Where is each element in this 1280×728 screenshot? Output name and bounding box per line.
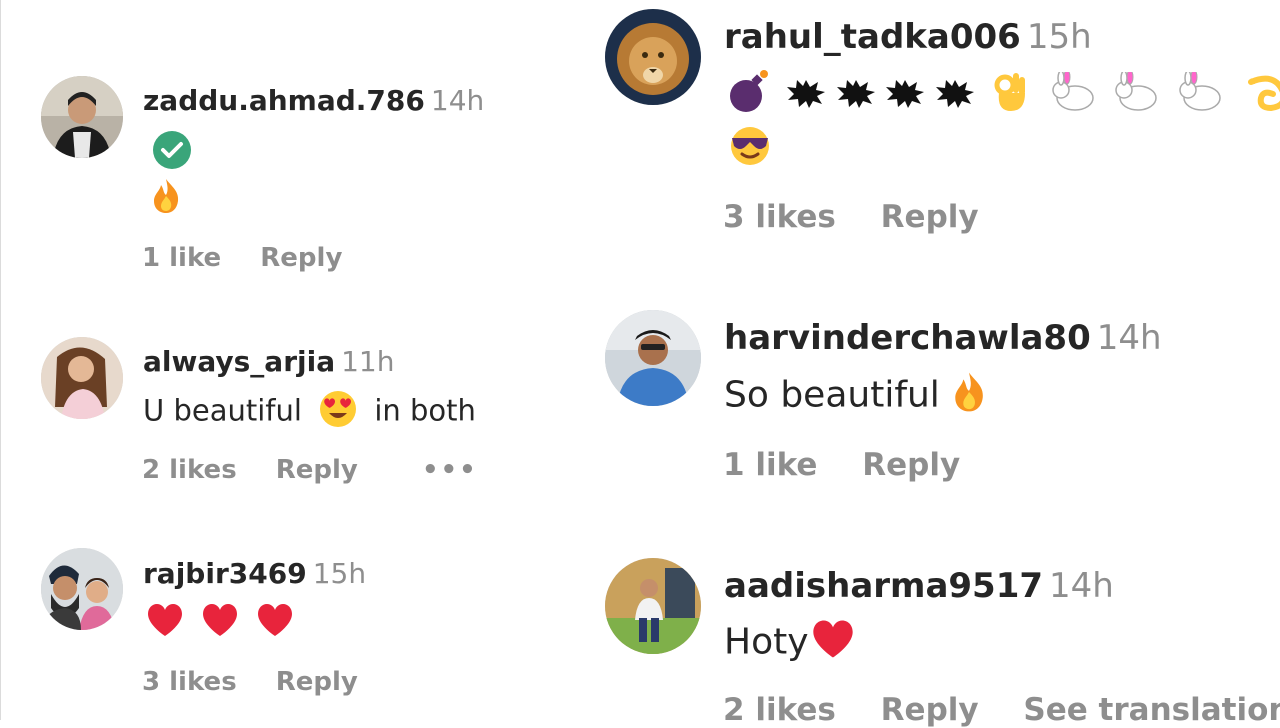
comment-header: zaddu.ahmad.786 14h [143,84,484,117]
collision-icon [785,76,827,117]
comment-actions: 1 like Reply [723,447,960,483]
comment-text-part2: in both [374,393,476,428]
comment-actions: 1 like Reply [142,243,342,273]
avatar[interactable] [605,558,701,654]
fire-icon [152,178,180,221]
comment-text [146,603,294,644]
comment-actions: 2 likes Reply ••• [142,455,478,485]
reply-button[interactable]: Reply [862,447,960,483]
rabbit-icon [1178,69,1224,121]
avatar[interactable] [41,548,123,630]
comment-header: harvinderchawla80 14h [724,318,1162,358]
rabbit-icon [1051,69,1097,121]
username-link[interactable]: rahul_tadka006 [724,17,1021,57]
likes-count[interactable]: 2 likes [142,455,237,485]
reply-button[interactable]: Reply [881,692,979,728]
likes-count[interactable]: 3 likes [723,199,836,235]
red-heart-icon [146,603,184,644]
comment-actions: 3 likes Reply [723,199,979,235]
reply-button[interactable]: Reply [260,243,342,273]
comment-text-part1: So beautiful [724,374,940,416]
ok-hand-icon [993,71,1027,122]
timestamp[interactable]: 11h [341,345,394,378]
username-link[interactable]: rajbir3469 [143,557,307,590]
avatar[interactable] [41,76,123,158]
collision-icon [934,76,976,117]
reply-button[interactable]: Reply [881,199,979,235]
more-options-icon[interactable]: ••• [422,455,478,485]
comment-header: always_arjia 11h [143,345,394,378]
fire-icon [953,371,985,422]
red-heart-icon [811,619,855,668]
comment-header: rahul_tadka006 15h [724,17,1092,57]
comment-text: Hoty [724,619,855,668]
reply-button[interactable]: Reply [276,667,358,697]
likes-count[interactable]: 1 like [723,447,817,483]
collision-icon [884,76,926,117]
avatar[interactable] [605,9,701,105]
username-link[interactable]: zaddu.ahmad.786 [143,84,425,117]
timestamp[interactable]: 14h [1097,318,1162,358]
sunglasses-face-icon [728,124,772,175]
see-translation-link[interactable]: See translation [1023,692,1280,728]
username-link[interactable]: aadisharma9517 [724,566,1043,606]
comment-text [728,69,1280,123]
comment-text-line2 [728,124,772,175]
timestamp[interactable]: 14h [431,84,484,117]
avatar[interactable] [41,337,123,419]
timestamp[interactable]: 15h [1027,17,1092,57]
likes-count[interactable]: 3 likes [142,667,237,697]
bomb-icon [728,70,772,123]
comment-header: rajbir3469 15h [143,557,366,590]
comment-actions: 2 likes Reply See translation [723,692,1280,728]
collision-icon [835,76,877,117]
timestamp[interactable]: 15h [313,557,366,590]
comment-text: So beautiful [724,371,985,422]
likes-count[interactable]: 1 like [142,243,221,273]
likes-count[interactable]: 2 likes [723,692,836,728]
heart-eyes-icon [319,390,357,435]
timestamp[interactable]: 14h [1049,566,1114,606]
username-link[interactable]: always_arjia [143,345,335,378]
panel-border [0,0,1,720]
verified-check-icon [152,130,192,177]
rabbit-icon [1114,69,1160,121]
comment-actions: 3 likes Reply [142,667,358,697]
red-heart-icon [201,603,239,644]
comment-text: U beautiful in both [143,390,476,435]
avatar[interactable] [605,310,701,406]
red-heart-icon [256,603,294,644]
comment-text [152,130,192,177]
comment-text-line2 [152,178,180,221]
comment-text-part1: Hoty [724,621,809,663]
comment-header: aadisharma9517 14h [724,566,1114,606]
reply-button[interactable]: Reply [276,455,358,485]
dizzy-icon [1245,72,1280,121]
username-link[interactable]: harvinderchawla80 [724,318,1091,358]
comment-text-part1: U beautiful [143,393,302,428]
